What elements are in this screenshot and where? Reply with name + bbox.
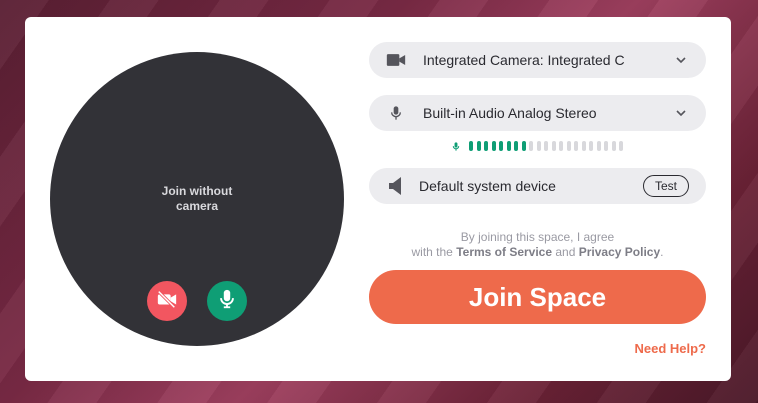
camera-preview: Join without camera <box>50 52 344 346</box>
mic-level-bar <box>574 141 578 151</box>
no-camera-text: Join without camera <box>161 184 233 213</box>
mic-level-bars <box>469 141 627 151</box>
mic-level-bar <box>544 141 548 151</box>
mic-level-bar <box>469 141 473 151</box>
chevron-down-icon <box>674 109 688 117</box>
video-camera-icon <box>385 49 407 71</box>
test-speaker-button[interactable]: Test <box>642 175 689 197</box>
microphone-select-value: Built-in Audio Analog Stereo <box>423 105 597 121</box>
terms-notice: By joining this space, I agree with the … <box>369 230 706 260</box>
mic-level-bar <box>476 141 481 151</box>
mic-level-bar <box>611 141 616 151</box>
mic-level-icon <box>451 140 461 153</box>
video-off-icon <box>156 288 178 315</box>
mic-level-meter <box>451 139 627 153</box>
terms-of-service-link[interactable]: Terms of Service <box>456 245 552 259</box>
join-space-button[interactable]: Join Space <box>369 270 706 324</box>
microphone-select[interactable]: Built-in Audio Analog Stereo <box>369 95 706 131</box>
terms-prefix: with the <box>411 245 453 259</box>
mic-level-bar <box>491 141 496 151</box>
terms-period: . <box>660 245 664 259</box>
toggle-microphone-button[interactable] <box>207 281 247 321</box>
mic-level-bar <box>514 141 518 151</box>
mic-level-bar <box>619 141 623 151</box>
camera-select-value: Integrated Camera: Integrated C <box>423 52 625 68</box>
mic-level-bar <box>604 141 608 151</box>
mic-level-bar <box>581 141 586 151</box>
speaker-select-value: Default system device <box>419 178 556 194</box>
mic-level-bar <box>521 141 526 151</box>
terms-line-2: with the Terms of Service and Privacy Po… <box>369 245 706 260</box>
mic-level-bar <box>559 141 563 151</box>
mic-level-bar <box>596 141 601 151</box>
mic-level-bar <box>536 141 541 151</box>
microphone-icon <box>385 102 407 124</box>
camera-select[interactable]: Integrated Camera: Integrated C <box>369 42 706 78</box>
privacy-policy-link[interactable]: Privacy Policy <box>579 245 660 259</box>
mic-level-bar <box>529 141 533 151</box>
mic-level-bar <box>566 141 571 151</box>
terms-line-1: By joining this space, I agree <box>460 230 615 244</box>
speaker-select[interactable]: Default system device Test <box>369 168 706 204</box>
chevron-down-icon <box>674 56 688 64</box>
join-dialog: Join without camera Integrated Camera: I… <box>25 17 731 381</box>
mic-level-bar <box>506 141 511 151</box>
toggle-camera-button[interactable] <box>147 281 187 321</box>
mic-level-bar <box>499 141 503 151</box>
mic-level-bar <box>484 141 488 151</box>
speaker-icon <box>385 175 407 197</box>
terms-and: and <box>555 245 576 259</box>
mic-level-bar <box>551 141 556 151</box>
mic-level-bar <box>589 141 593 151</box>
need-help-link[interactable]: Need Help? <box>634 341 706 356</box>
microphone-icon <box>216 288 238 315</box>
